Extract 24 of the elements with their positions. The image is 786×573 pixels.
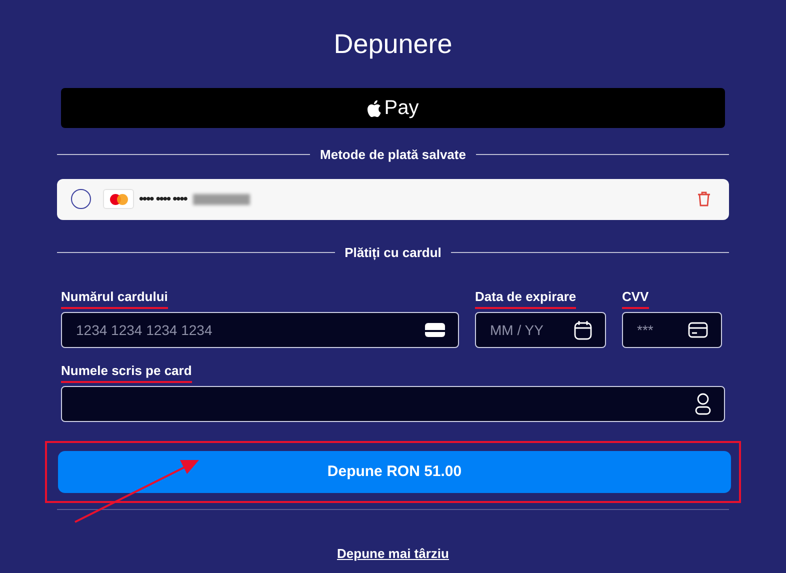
apple-icon — [367, 100, 382, 116]
page-title: Depunere — [334, 28, 452, 61]
user-icon — [695, 393, 711, 415]
field-label: CVV — [622, 289, 649, 309]
input-field[interactable] — [61, 386, 725, 422]
field-label: Numele scris pe card — [61, 363, 192, 383]
card-icon — [688, 322, 708, 338]
card-logo-icon — [103, 189, 134, 209]
input-field[interactable]: 1234 1234 1234 1234 — [61, 312, 459, 348]
calendar-icon — [574, 320, 592, 340]
field-label: Numărul cardului — [61, 289, 168, 309]
radio-button[interactable] — [71, 189, 91, 209]
later-link[interactable]: Depune mai târziu — [337, 544, 449, 564]
section-heading: Metode de plată salvate — [320, 146, 466, 164]
card-icon — [425, 323, 445, 337]
apple-pay-button[interactable]: Pay — [61, 88, 725, 128]
input-field[interactable]: *** — [622, 312, 722, 348]
saved-card-row[interactable]: •••• •••• •••• — [57, 178, 729, 220]
masked-card-number: •••• •••• •••• — [139, 190, 187, 208]
input-field[interactable]: MM / YY — [475, 312, 606, 348]
field-label: Data de expirare — [475, 289, 576, 309]
delete-icon[interactable] — [697, 191, 711, 207]
section-heading: Plătiți cu cardul — [344, 244, 442, 262]
deposit-button[interactable]: Depune RON 51.00 — [58, 451, 731, 493]
